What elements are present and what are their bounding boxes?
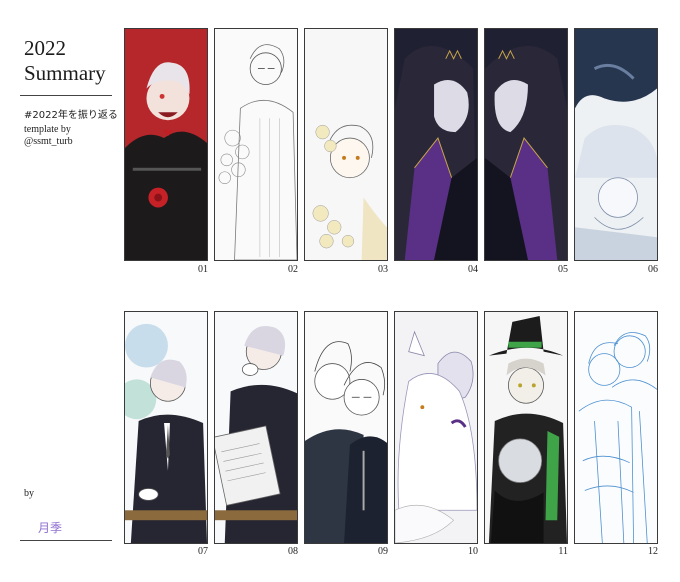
artwork-02-image	[215, 29, 297, 260]
divider-bottom	[20, 540, 112, 541]
author-name: 月季	[38, 521, 63, 535]
panel-number-04: 04	[468, 264, 478, 275]
panel-number-11: 11	[558, 546, 568, 557]
artwork-07-image	[125, 312, 207, 543]
artwork-12-image	[575, 312, 657, 543]
panel-number-12: 12	[648, 546, 658, 557]
artwork-06-image	[575, 29, 657, 260]
divider-top	[20, 95, 112, 96]
artwork-panel-07[interactable]	[124, 311, 208, 544]
panel-number-03: 03	[378, 264, 388, 275]
year-label: 2022	[24, 36, 66, 60]
artwork-08-image	[215, 312, 297, 543]
artwork-05-image	[485, 29, 567, 260]
artwork-panel-01[interactable]	[124, 28, 208, 261]
artwork-panel-11[interactable]	[484, 311, 568, 544]
artwork-panel-10[interactable]	[394, 311, 478, 544]
summary-label: Summary	[24, 61, 106, 85]
artwork-10-image	[395, 312, 477, 543]
panel-number-10: 10	[468, 546, 478, 557]
artwork-panel-06[interactable]	[574, 28, 658, 261]
template-credit-line1: template by	[24, 124, 71, 135]
artwork-panel-09[interactable]	[304, 311, 388, 544]
panel-number-02: 02	[288, 264, 298, 275]
artwork-01-image	[125, 29, 207, 260]
artwork-04-image	[395, 29, 477, 260]
artwork-panel-05[interactable]	[484, 28, 568, 261]
artwork-panel-04[interactable]	[394, 28, 478, 261]
panel-number-06: 06	[648, 264, 658, 275]
hashtag-label: #2022年を振り返る	[24, 110, 118, 121]
artwork-03-image	[305, 29, 387, 260]
panel-number-08: 08	[288, 546, 298, 557]
template-credit-line2: @ssmt_turb	[24, 136, 73, 147]
artwork-09-image	[305, 312, 387, 543]
panel-number-05: 05	[558, 264, 568, 275]
panel-number-09: 09	[378, 546, 388, 557]
by-label: by	[24, 488, 34, 499]
artwork-panel-08[interactable]	[214, 311, 298, 544]
template-credit: template by @ssmt_turb	[24, 124, 73, 148]
panel-number-01: 01	[198, 264, 208, 275]
panel-number-07: 07	[198, 546, 208, 557]
summary-title: 2022 Summary	[24, 36, 106, 86]
artwork-11-image	[485, 312, 567, 543]
artwork-panel-12[interactable]	[574, 311, 658, 544]
artwork-panel-02[interactable]	[214, 28, 298, 261]
artwork-panel-03[interactable]	[304, 28, 388, 261]
